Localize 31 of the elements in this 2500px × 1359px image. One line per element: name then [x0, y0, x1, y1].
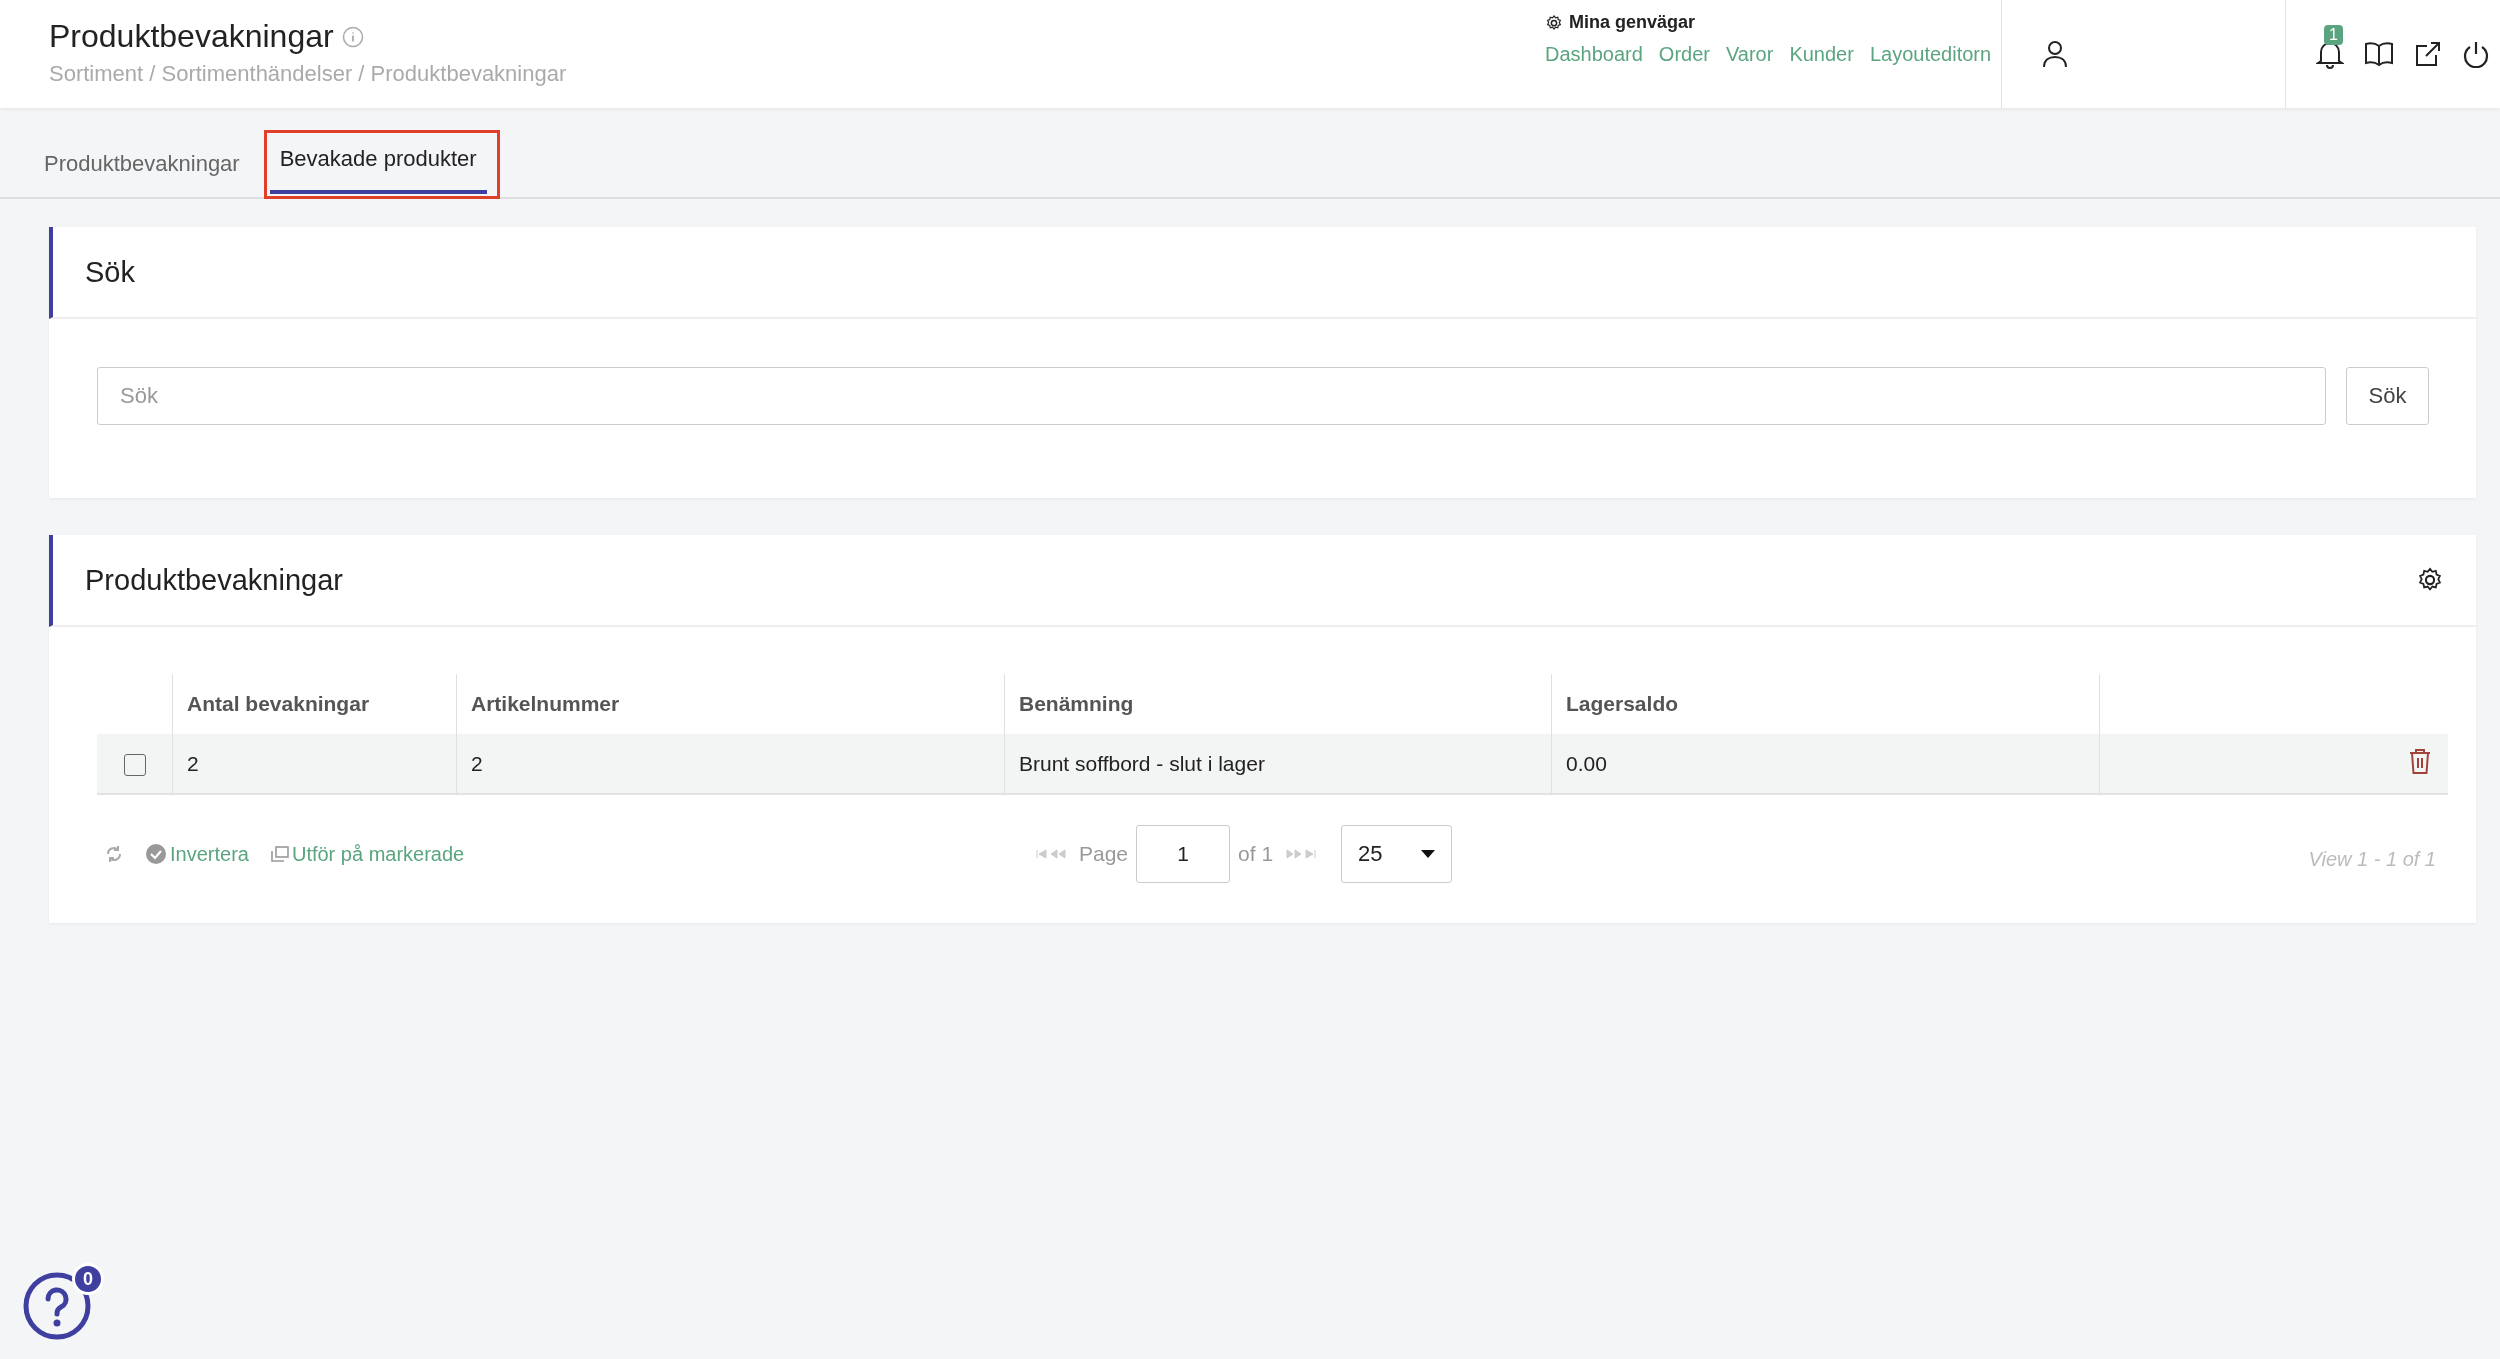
page-label: Page	[1079, 842, 1129, 866]
search-field[interactable]: Sök	[97, 367, 2326, 425]
shortcuts-title: Mina genvägar	[1569, 12, 1696, 33]
table-cell: 2	[172, 734, 457, 794]
card-title: Produktbevakningar	[85, 563, 343, 597]
settings-icon	[1545, 13, 1563, 32]
book-icon[interactable]	[2364, 41, 2394, 67]
page-number-field[interactable]: 1	[1136, 825, 1231, 883]
table-cell: Brunt soffbord - slut i lager	[1004, 734, 1552, 794]
trash-icon[interactable]	[2408, 747, 2432, 775]
table-cell: 2	[456, 734, 1005, 794]
tab[interactable]: Produktbevakningar	[34, 151, 250, 199]
copy-icon	[270, 846, 289, 862]
table-cell: 0.00	[1551, 734, 2100, 794]
page-size-dropdown[interactable]: 25	[1341, 825, 1453, 883]
user-icon[interactable]	[2042, 40, 2068, 68]
tab[interactable]: Bevakade produkter	[269, 146, 487, 194]
help-badge: 0	[72, 1263, 104, 1295]
page-count: of 1	[1238, 842, 1274, 866]
page-title: Produktbevakningar	[49, 18, 334, 55]
caret-icon	[1421, 850, 1436, 858]
external-link-icon[interactable]	[2414, 40, 2442, 68]
search-button[interactable]: Sök	[2346, 367, 2429, 425]
view-range: View 1 - 1 of 1	[2308, 847, 2436, 871]
card-title: Sök	[85, 255, 135, 289]
help-icon[interactable]	[22, 1271, 92, 1341]
breadcrumb: Sortiment / Sortimenthändelser / Produktbevakningar	[49, 61, 568, 87]
notification-badge: 1	[2324, 25, 2343, 45]
check-circle-icon	[145, 843, 167, 865]
power-icon[interactable]	[2462, 40, 2490, 68]
row-checkbox[interactable]	[123, 753, 146, 776]
